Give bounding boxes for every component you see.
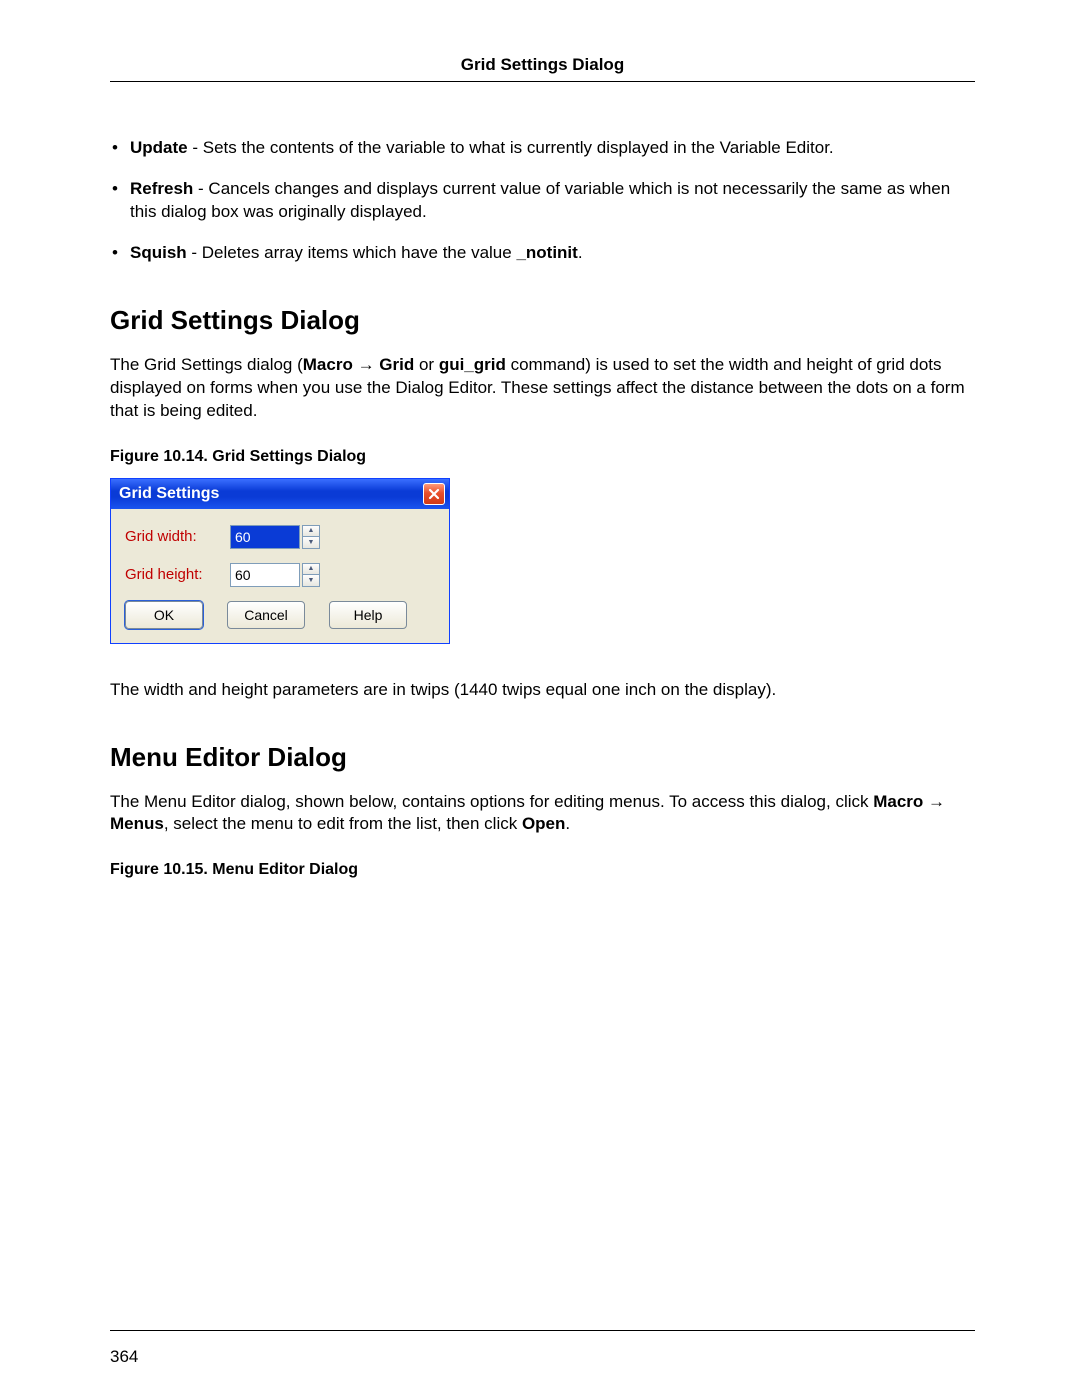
grid-height-label: Grid height: bbox=[125, 566, 230, 583]
section2-paragraph: The Menu Editor dialog, shown below, con… bbox=[110, 791, 975, 837]
text-bold: Grid bbox=[379, 355, 414, 374]
bullet-squish: Squish - Deletes array items which have … bbox=[110, 242, 975, 265]
bullet-code: _notinit bbox=[516, 243, 577, 262]
grid-height-input[interactable] bbox=[230, 563, 300, 587]
grid-width-input[interactable] bbox=[230, 525, 300, 549]
text: The Grid Settings dialog ( bbox=[110, 355, 303, 374]
help-button[interactable]: Help bbox=[329, 601, 407, 629]
grid-height-spin-arrows: ▲ ▼ bbox=[302, 563, 320, 587]
section-heading-menu: Menu Editor Dialog bbox=[110, 742, 975, 773]
figure-caption-10-15: Figure 10.15. Menu Editor Dialog bbox=[110, 861, 975, 879]
bullet-text: - Cancels changes and displays current v… bbox=[130, 179, 950, 221]
text: . bbox=[565, 814, 570, 833]
cancel-button[interactable]: Cancel bbox=[227, 601, 305, 629]
spin-up-button[interactable]: ▲ bbox=[302, 525, 320, 537]
text-bold: gui_grid bbox=[439, 355, 506, 374]
ok-button[interactable]: OK bbox=[125, 601, 203, 629]
bullet-update: Update - Sets the contents of the variab… bbox=[110, 137, 975, 160]
text-bold: Open bbox=[522, 814, 565, 833]
bullet-text: . bbox=[578, 243, 583, 262]
page: Grid Settings Dialog Update - Sets the c… bbox=[0, 0, 1080, 1397]
grid-width-spinbox: ▲ ▼ bbox=[230, 525, 320, 549]
grid-width-row: Grid width: ▲ ▼ bbox=[125, 525, 435, 549]
spin-down-button[interactable]: ▼ bbox=[302, 536, 320, 549]
text: , select the menu to edit from the list,… bbox=[164, 814, 522, 833]
grid-width-spin-arrows: ▲ ▼ bbox=[302, 525, 320, 549]
grid-width-label: Grid width: bbox=[125, 528, 230, 545]
spin-down-button[interactable]: ▼ bbox=[302, 574, 320, 587]
dialog-body: Grid width: ▲ ▼ Grid height: ▲ ▼ bbox=[111, 509, 449, 643]
section-heading-grid: Grid Settings Dialog bbox=[110, 305, 975, 336]
bullet-text: - Deletes array items which have the val… bbox=[187, 243, 517, 262]
figure-caption-10-14: Figure 10.14. Grid Settings Dialog bbox=[110, 448, 975, 466]
bullet-list: Update - Sets the contents of the variab… bbox=[110, 137, 975, 265]
bullet-term: Refresh bbox=[130, 179, 193, 198]
dialog-button-row: OK Cancel Help bbox=[125, 601, 435, 629]
close-button[interactable] bbox=[423, 483, 445, 505]
text: or bbox=[414, 355, 439, 374]
grid-height-row: Grid height: ▲ ▼ bbox=[125, 563, 435, 587]
dialog-titlebar[interactable]: Grid Settings bbox=[111, 479, 449, 509]
bullet-text: - Sets the contents of the variable to w… bbox=[188, 138, 834, 157]
grid-height-spinbox: ▲ ▼ bbox=[230, 563, 320, 587]
page-header-title: Grid Settings Dialog bbox=[110, 55, 975, 81]
close-icon bbox=[428, 488, 440, 500]
text-bold: Macro bbox=[873, 792, 923, 811]
dialog-title: Grid Settings bbox=[119, 485, 219, 503]
section1-after-fig: The width and height parameters are in t… bbox=[110, 679, 975, 702]
arrow-text: → bbox=[923, 792, 945, 811]
footer-rule bbox=[110, 1330, 975, 1331]
grid-settings-dialog: Grid Settings Grid width: ▲ ▼ Grid bbox=[110, 478, 450, 644]
bullet-term: Squish bbox=[130, 243, 187, 262]
text-bold: Menus bbox=[110, 814, 164, 833]
page-number: 364 bbox=[110, 1347, 138, 1367]
text: The Menu Editor dialog, shown below, con… bbox=[110, 792, 873, 811]
bullet-term: Update bbox=[130, 138, 188, 157]
spin-up-button[interactable]: ▲ bbox=[302, 563, 320, 575]
header-rule bbox=[110, 81, 975, 82]
arrow-text: → bbox=[353, 355, 379, 374]
bullet-refresh: Refresh - Cancels changes and displays c… bbox=[110, 178, 975, 224]
section1-paragraph: The Grid Settings dialog (Macro → Grid o… bbox=[110, 354, 975, 423]
text-bold: Macro bbox=[303, 355, 353, 374]
